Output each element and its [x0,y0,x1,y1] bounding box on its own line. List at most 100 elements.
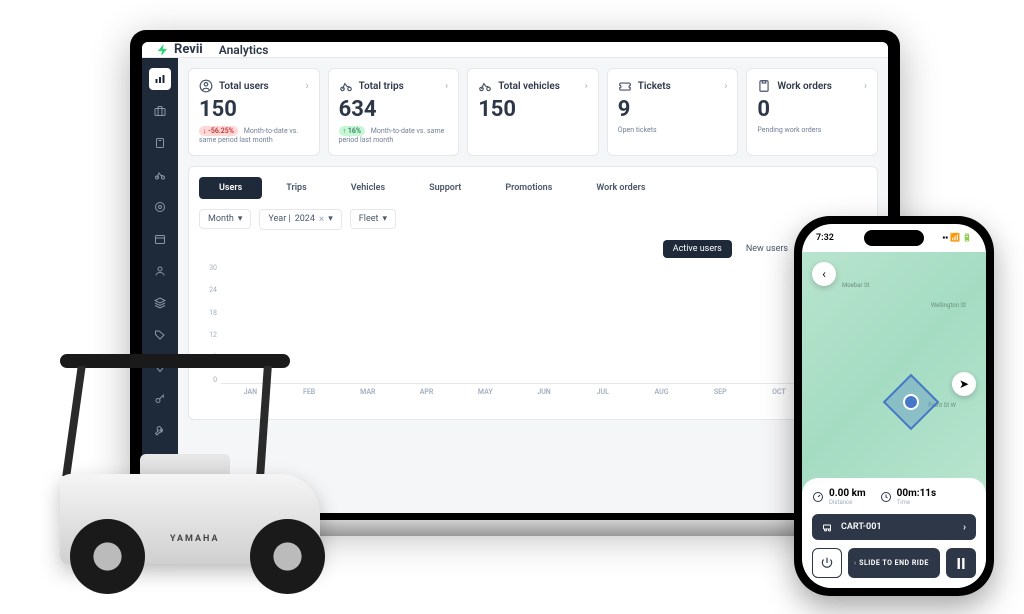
logo: Revii [156,42,203,57]
chart-btn-new-users[interactable]: New users [736,240,798,258]
metric-value: 150 [478,97,588,122]
metric-subtitle: Open tickets [618,126,728,134]
tab-promotions[interactable]: Promotions [485,177,572,199]
metric-total-trips[interactable]: Total trips › 634 ↑ 16% Month-to-date vs… [328,68,460,156]
clipboard-icon [154,137,166,149]
metric-delta: ↓ -56.25% [199,126,238,136]
cart-brand-label: YAMAHA [170,534,220,544]
tab-vehicles[interactable]: Vehicles [331,177,405,199]
sidebar-item-calendar[interactable] [149,228,171,250]
metric-total-vehicles[interactable]: Total vehicles › 150 [467,68,599,156]
metric-label: Work orders [777,81,832,92]
bike-icon [339,79,353,93]
sidebar-item-wheel[interactable] [149,196,171,218]
time-label: Time [897,499,937,506]
status-icons: ▪▪📶🔋 [940,233,972,243]
metric-label: Tickets [638,81,671,92]
chevron-right-icon: › [306,81,309,92]
user-circle-icon [199,79,213,93]
tab-support[interactable]: Support [409,177,481,199]
map-area[interactable]: ‹ ➤ Moebar St Wellington St Front St W [802,252,986,492]
chart-icon [154,73,166,85]
metric-label: Total trips [359,81,404,92]
tab-work-orders[interactable]: Work orders [576,177,665,199]
sidebar-item-analytics[interactable] [149,68,171,90]
cart-icon [822,521,834,533]
speedometer-icon [812,491,824,503]
metric-total-users[interactable]: Total users › 150 ↓ -56.25% Month-to-dat… [188,68,320,156]
chart-controls: Active users New users Reengaged [199,240,867,258]
x-label: APR [397,388,456,396]
phone-screen: 7:32 ▪▪📶🔋 ‹ ➤ Moebar St Wellington St Fr… [802,224,986,588]
clipboard-icon [757,79,771,93]
cart-id-label: CART-001 [841,522,881,532]
tab-trips[interactable]: Trips [266,177,327,199]
cart-id-row[interactable]: CART-001 › [812,514,976,540]
chevron-right-icon: › [864,81,867,92]
ride-panel: 0.00 km Distance 00m:11s Time CART-001 › [802,478,986,588]
filter-year[interactable]: Year | 2024 × ▾ [259,209,341,230]
sidebar-item-clipboard[interactable] [149,132,171,154]
metric-value: 634 [339,97,449,122]
x-label: AUG [632,388,691,396]
bolt-icon [156,43,170,57]
close-icon[interactable]: × [319,214,324,225]
metric-subtitle: ↓ -56.25% Month-to-date vs. same period … [199,126,309,145]
distance-label: Distance [829,499,866,506]
metric-value: 9 [618,97,728,122]
ride-stat-time: 00m:11s Time [880,488,937,506]
metric-delta: ↑ 16% [339,126,365,136]
calendar-icon [154,233,166,245]
chevron-right-icon: › [585,81,588,92]
filters-row: Month ▾ Year | 2024 × ▾ Fleet ▾ [199,209,867,230]
sidebar-item-bike[interactable] [149,164,171,186]
metric-label: Total vehicles [498,81,560,92]
slide-label: SLIDE TO END RIDE [859,559,929,567]
sidebar-item-briefcase[interactable] [149,100,171,122]
x-label: JUL [573,388,632,396]
page-title: Analytics [219,43,269,57]
map-street-label: Moebar St [842,282,870,289]
map-locate-button[interactable]: ➤ [952,372,976,396]
bike-icon [154,169,166,181]
ride-stat-distance: 0.00 km Distance [812,488,866,506]
golf-cart-image: YAMAHA [20,294,360,594]
map-street-label: Wellington St [931,302,966,309]
distance-value: 0.00 km [829,488,866,499]
x-label: MAY [456,388,515,396]
time-value: 00m:11s [897,488,937,499]
logo-text: Revii [174,42,203,57]
status-time: 7:32 [816,233,834,243]
power-button[interactable] [812,548,842,578]
clock-icon [880,491,892,503]
metric-subtitle: Pending work orders [757,126,867,134]
pause-button[interactable]: II [946,548,976,578]
phone-device: 7:32 ▪▪📶🔋 ‹ ➤ Moebar St Wellington St Fr… [794,216,994,596]
notch [864,230,924,246]
filter-month[interactable]: Month ▾ [199,209,251,229]
chevron-right-icon: › [445,81,448,92]
user-icon [154,265,166,277]
map-back-button[interactable]: ‹ [812,262,836,286]
metric-subtitle: ↑ 16% Month-to-date vs. same period last… [339,126,449,145]
x-label: JUN [515,388,574,396]
metric-work-orders[interactable]: Work orders › 0 Pending work orders [746,68,878,156]
slide-to-end-ride[interactable]: SLIDE TO END RIDE [848,548,940,578]
bike-icon [478,79,492,93]
power-icon [820,556,834,570]
x-label: SEP [691,388,750,396]
chevron-right-icon: › [963,522,966,533]
chevron-right-icon: › [724,81,727,92]
tab-users[interactable]: Users [199,177,262,199]
metric-label: Total users [219,81,269,92]
filter-fleet[interactable]: Fleet ▾ [350,209,396,229]
metric-value: 0 [757,97,867,122]
tabs: Users Trips Vehicles Support Promotions … [199,177,867,199]
sidebar-item-user[interactable] [149,260,171,282]
metrics-row: Total users › 150 ↓ -56.25% Month-to-dat… [188,68,878,156]
ticket-icon [618,79,632,93]
metric-tickets[interactable]: Tickets › 9 Open tickets [607,68,739,156]
metric-value: 150 [199,97,309,122]
briefcase-icon [154,105,166,117]
chart-btn-active-users[interactable]: Active users [663,240,732,258]
